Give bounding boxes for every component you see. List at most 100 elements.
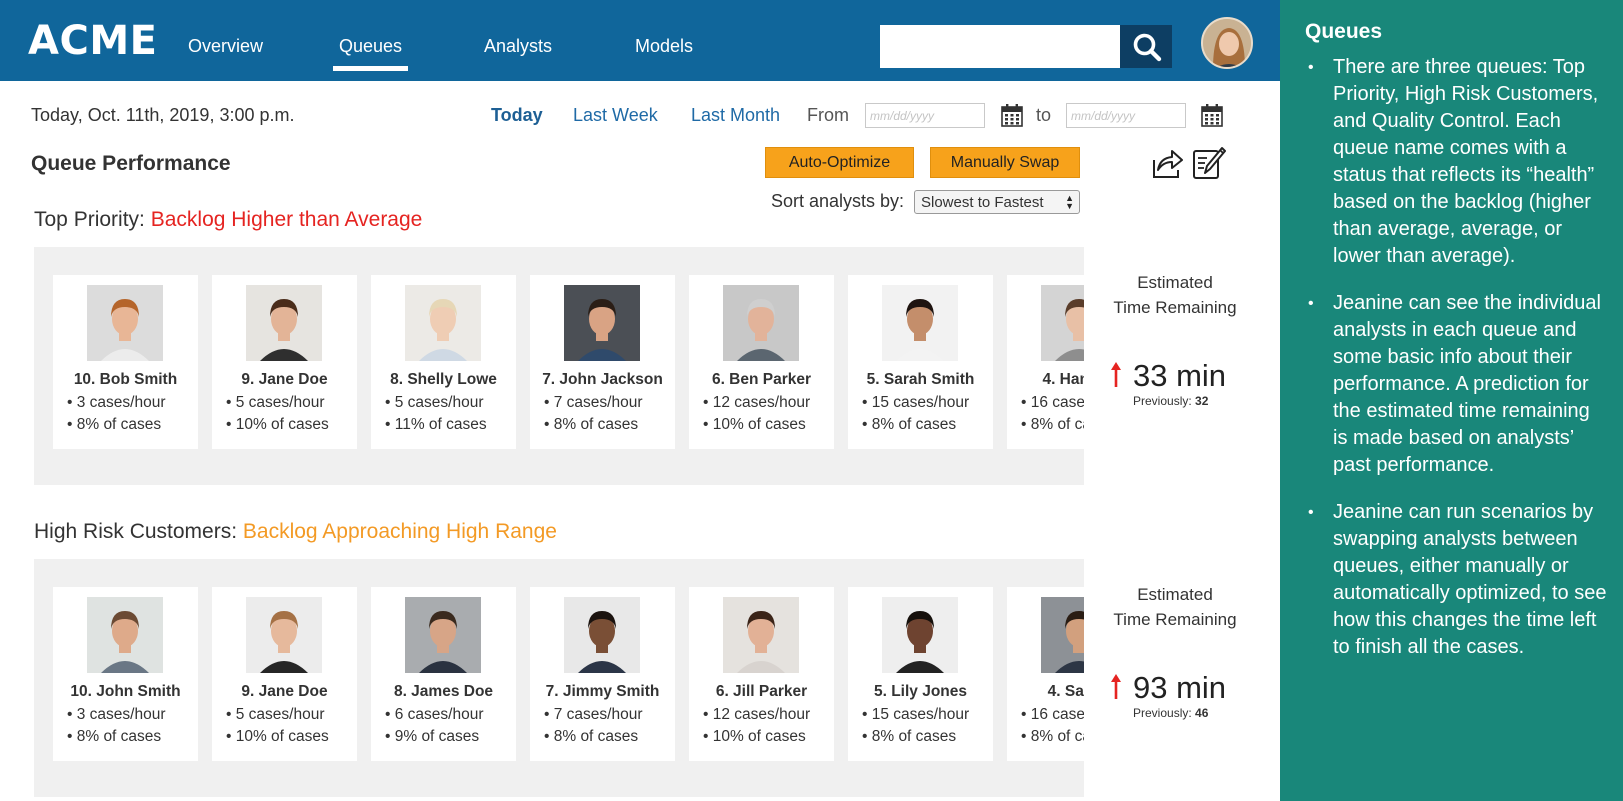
analyst-rate: • 7 cases/hour bbox=[544, 394, 643, 411]
analyst-name: 7. John Jackson bbox=[542, 371, 663, 388]
analyst-photo bbox=[405, 597, 481, 673]
analyst-photo bbox=[246, 597, 322, 673]
top-navigation-bar: ACME Overview Queues Analysts Models bbox=[0, 0, 1280, 81]
share-icon[interactable] bbox=[1151, 146, 1183, 180]
from-calendar-icon[interactable] bbox=[1001, 103, 1023, 127]
analyst-rate: • 15 cases/hour bbox=[862, 394, 970, 411]
analyst-rate: • 16 cases/hour bbox=[1021, 706, 1084, 723]
analyst-photo bbox=[723, 285, 799, 361]
info-bullet: There are three queues: Top Priority, Hi… bbox=[1305, 54, 1607, 270]
range-today[interactable]: Today bbox=[491, 105, 543, 126]
analyst-share: • 8% of cases bbox=[544, 728, 639, 745]
nav-overview[interactable]: Overview bbox=[188, 36, 263, 57]
select-arrows-icon: ▲ ▼ bbox=[1065, 193, 1074, 211]
analyst-share: • 8% of cases bbox=[544, 416, 639, 433]
analyst-share: • 9% of cases bbox=[385, 728, 480, 745]
previous-value: 46 bbox=[1195, 706, 1209, 720]
to-date-input[interactable] bbox=[1066, 103, 1186, 128]
sort-select[interactable]: Slowest to Fastest ▲ ▼ bbox=[914, 190, 1080, 214]
analyst-card[interactable]: 4. Sam T • 16 cases/hour • 8% of cases bbox=[1007, 587, 1084, 761]
analyst-card[interactable]: 7. John Jackson • 7 cases/hour • 8% of cas… bbox=[530, 275, 675, 449]
analyst-share: • 10% of cases bbox=[703, 728, 806, 745]
edit-icon[interactable] bbox=[1192, 144, 1226, 180]
analyst-card[interactable]: 10. Bob Smith • 3 cases/hour • 8% of cases bbox=[53, 275, 198, 449]
analyst-card[interactable]: 8. Shelly Lowe • 5 cases/hour • 11% of cas… bbox=[371, 275, 516, 449]
analyst-card[interactable]: 7. Jimmy Smith • 7 cases/hour • 8% of case… bbox=[530, 587, 675, 761]
analyst-name: 4. Hannah bbox=[1042, 371, 1084, 388]
nav-models[interactable]: Models bbox=[635, 36, 693, 57]
queue-status: Backlog Higher than Average bbox=[150, 208, 423, 231]
previous-estimate: Previously: 32 bbox=[1133, 394, 1208, 408]
analyst-name: 9. Jane Doe bbox=[241, 683, 328, 700]
analyst-card[interactable]: 6. Jill Parker • 12 cases/hour • 10% of ca… bbox=[689, 587, 834, 761]
search-button[interactable] bbox=[1120, 25, 1172, 68]
user-avatar[interactable] bbox=[1201, 17, 1253, 69]
analyst-photo bbox=[1041, 597, 1084, 673]
analyst-name: 6. Jill Parker bbox=[715, 683, 808, 700]
analyst-card[interactable]: 5. Lily Jones • 15 cases/hour • 8% of case… bbox=[848, 587, 993, 761]
info-title: Queues bbox=[1305, 20, 1383, 43]
estimated-time-label: Estimated Time Remaining bbox=[1100, 582, 1250, 632]
manually-swap-button[interactable]: Manually Swap bbox=[930, 147, 1080, 178]
to-calendar-icon[interactable] bbox=[1201, 103, 1223, 127]
from-date-input[interactable] bbox=[865, 103, 985, 128]
analyst-name: 4. Sam T bbox=[1047, 683, 1084, 700]
analyst-card[interactable]: 6. Ben Parker • 12 cases/hour • 10% of cas… bbox=[689, 275, 834, 449]
analyst-photo bbox=[882, 597, 958, 673]
search-input[interactable] bbox=[880, 25, 1120, 68]
range-last-month[interactable]: Last Month bbox=[691, 105, 780, 126]
analyst-rate: • 6 cases/hour bbox=[385, 706, 484, 723]
queue-name: High Risk Customers: bbox=[34, 520, 238, 543]
analyst-name: 9. Jane Doe bbox=[241, 371, 328, 388]
analyst-name: 5. Lily Jones bbox=[873, 683, 968, 700]
analyst-rate: • 12 cases/hour bbox=[703, 706, 811, 723]
analyst-card[interactable]: 8. James Doe • 6 cases/hour • 9% of cases bbox=[371, 587, 516, 761]
analyst-photo bbox=[564, 285, 640, 361]
analyst-photo bbox=[882, 285, 958, 361]
info-bullet: Jeanine can see the individual analysts … bbox=[1305, 290, 1607, 479]
analyst-card[interactable]: 4. Hannah • 16 cases/hour • 8% of cases bbox=[1007, 275, 1084, 449]
analyst-name: 10. John Smith bbox=[70, 683, 181, 700]
analyst-name: 6. Ben Parker bbox=[711, 371, 812, 388]
acme-logo[interactable]: ACME bbox=[28, 18, 157, 64]
queue-status: Backlog Approaching High Range bbox=[242, 520, 557, 543]
analyst-photo bbox=[723, 597, 799, 673]
analyst-name: 5. Sarah Smith bbox=[866, 371, 975, 388]
analyst-name: 10. Bob Smith bbox=[73, 371, 178, 388]
analyst-rate: • 3 cases/hour bbox=[67, 706, 166, 723]
analyst-card[interactable]: 10. John Smith • 3 cases/hour • 8% of case… bbox=[53, 587, 198, 761]
analyst-card[interactable]: 5. Sarah Smith • 15 cases/hour • 8% of cas… bbox=[848, 275, 993, 449]
previous-value: 32 bbox=[1195, 394, 1209, 408]
analyst-name: 7. Jimmy Smith bbox=[545, 683, 660, 700]
analyst-share: • 8% of cases bbox=[862, 728, 957, 745]
estimated-time-label: Estimated Time Remaining bbox=[1100, 270, 1250, 320]
auto-optimize-button[interactable]: Auto-Optimize bbox=[765, 147, 914, 178]
app-window: ACME Overview Queues Analysts Models Tod… bbox=[0, 0, 1280, 801]
increase-arrow-icon bbox=[1111, 362, 1121, 387]
analyst-share: • 8% of cases bbox=[1021, 728, 1084, 745]
analyst-share: • 10% of cases bbox=[703, 416, 806, 433]
estimated-time-value: 33 min bbox=[1133, 358, 1227, 393]
info-panel: Queues There are three queues: Top Prior… bbox=[1280, 0, 1623, 801]
analyst-card[interactable]: 9. Jane Doe • 5 cases/hour • 10% of cases bbox=[212, 587, 357, 761]
analyst-rate: • 5 cases/hour bbox=[385, 394, 484, 411]
analyst-card[interactable]: 9. Jane Doe • 5 cases/hour • 10% of cases bbox=[212, 275, 357, 449]
analyst-photo bbox=[405, 285, 481, 361]
range-last-week[interactable]: Last Week bbox=[573, 105, 658, 126]
increase-arrow-icon bbox=[1111, 674, 1121, 699]
current-datetime: Today, Oct. 11th, 2019, 3:00 p.m. bbox=[31, 105, 295, 125]
queue-name: Top Priority: bbox=[34, 208, 145, 231]
info-bullet: Jeanine can run scenarios by swapping an… bbox=[1305, 499, 1607, 661]
estimated-time-value: 93 min bbox=[1133, 670, 1227, 705]
analyst-photo bbox=[1041, 285, 1084, 361]
previous-label: Previously: bbox=[1133, 706, 1192, 720]
nav-analysts[interactable]: Analysts bbox=[484, 36, 552, 57]
to-label: to bbox=[1036, 105, 1052, 125]
user-avatar-photo bbox=[1203, 19, 1251, 67]
analyst-share: • 10% of cases bbox=[226, 728, 329, 745]
analyst-rate: • 5 cases/hour bbox=[226, 394, 325, 411]
queue-title-high-risk: High Risk Customers: Backlog Approaching… bbox=[34, 520, 557, 544]
nav-queues[interactable]: Queues bbox=[332, 36, 409, 71]
analyst-rate: • 5 cases/hour bbox=[226, 706, 325, 723]
analyst-rate: • 15 cases/hour bbox=[862, 706, 970, 723]
